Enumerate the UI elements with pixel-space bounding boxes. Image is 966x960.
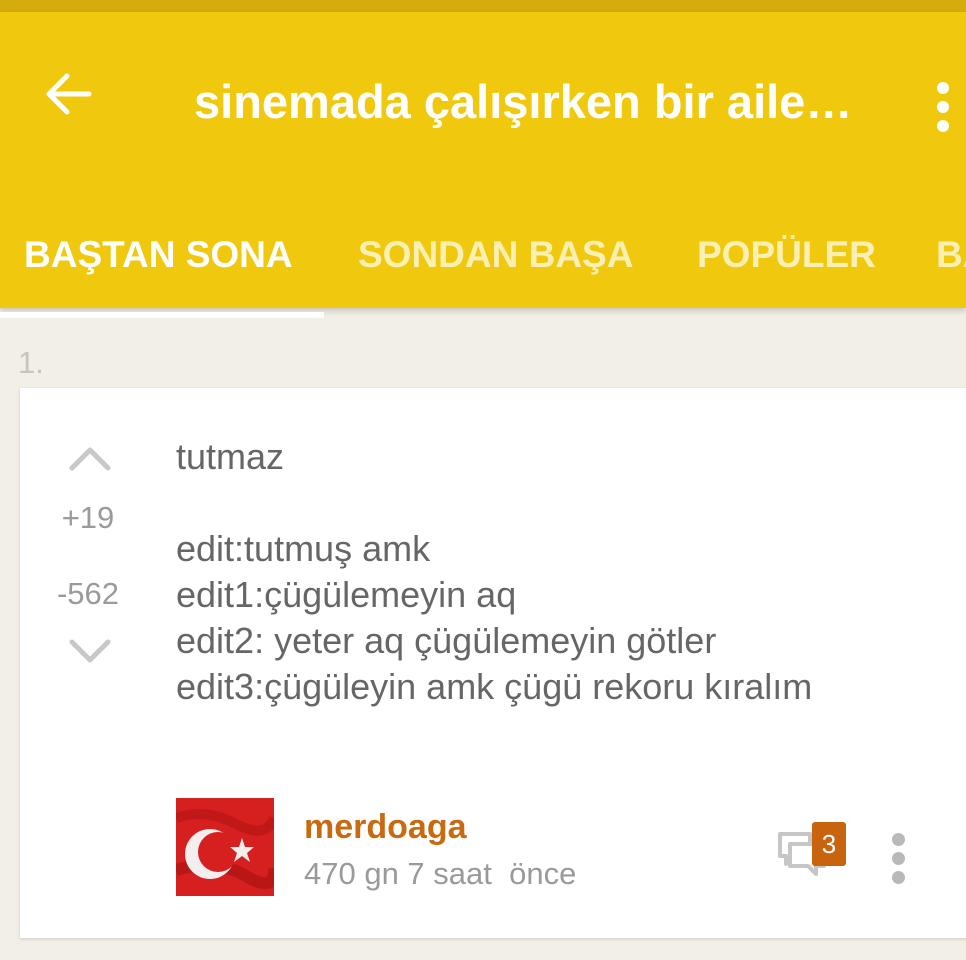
status-bar — [0, 0, 966, 12]
entry-timestamp: 470 gn 7 saat önce — [304, 856, 577, 891]
avatar[interactable] — [176, 798, 274, 896]
entry-line: edit1:çügülemeyin aq — [176, 574, 517, 615]
more-vertical-icon — [891, 832, 905, 846]
tab-partial[interactable]: BA — [936, 230, 966, 280]
entry-line: tutmaz — [176, 436, 285, 477]
entry-line — [176, 480, 936, 526]
arrow-left-icon — [46, 73, 92, 115]
entry-line: edit2: yeter aq çügülemeyin götler — [176, 620, 717, 661]
downvote-count: -562 — [56, 576, 120, 611]
upvote-button[interactable] — [68, 442, 112, 472]
entry-line: edit:tutmuş amk — [176, 528, 431, 569]
tab-bastan-sona[interactable]: BAŞTAN SONA — [24, 230, 293, 280]
tab-sondan-basa[interactable]: SONDAN BAŞA — [358, 230, 633, 280]
turkish-flag-avatar-icon — [176, 798, 274, 896]
comment-count-badge: 3 — [812, 822, 846, 866]
entry-number: 1. — [18, 345, 44, 380]
more-vertical-icon — [937, 82, 949, 94]
entry-line: edit3:çügüleyin amk çügü rekoru kıralım — [176, 666, 813, 707]
entry-more-button[interactable] — [886, 828, 910, 888]
active-tab-indicator — [0, 312, 324, 318]
downvote-button[interactable] — [68, 638, 112, 668]
chevron-down-icon — [69, 639, 111, 663]
back-button[interactable] — [30, 64, 106, 124]
author-name[interactable]: merdoaga — [304, 808, 467, 847]
entry-card: +19 -562 tutmaz edit:tutmuş amk edit1:çü… — [20, 388, 966, 938]
entry-content: tutmaz edit:tutmuş amk edit1:çügülemeyin… — [176, 434, 936, 710]
sort-tabs: BAŞTAN SONA SONDAN BAŞA POPÜLER BA — [0, 208, 966, 320]
more-options-button[interactable] — [920, 72, 966, 142]
page-title: sinemada çalışırken bir aile… — [194, 75, 853, 128]
upvote-count: +19 — [61, 500, 115, 535]
tab-populer[interactable]: POPÜLER — [697, 230, 876, 280]
app-bar: sinemada çalışırken bir aile… BAŞTAN SON… — [0, 12, 966, 318]
chevron-up-icon — [69, 447, 111, 471]
